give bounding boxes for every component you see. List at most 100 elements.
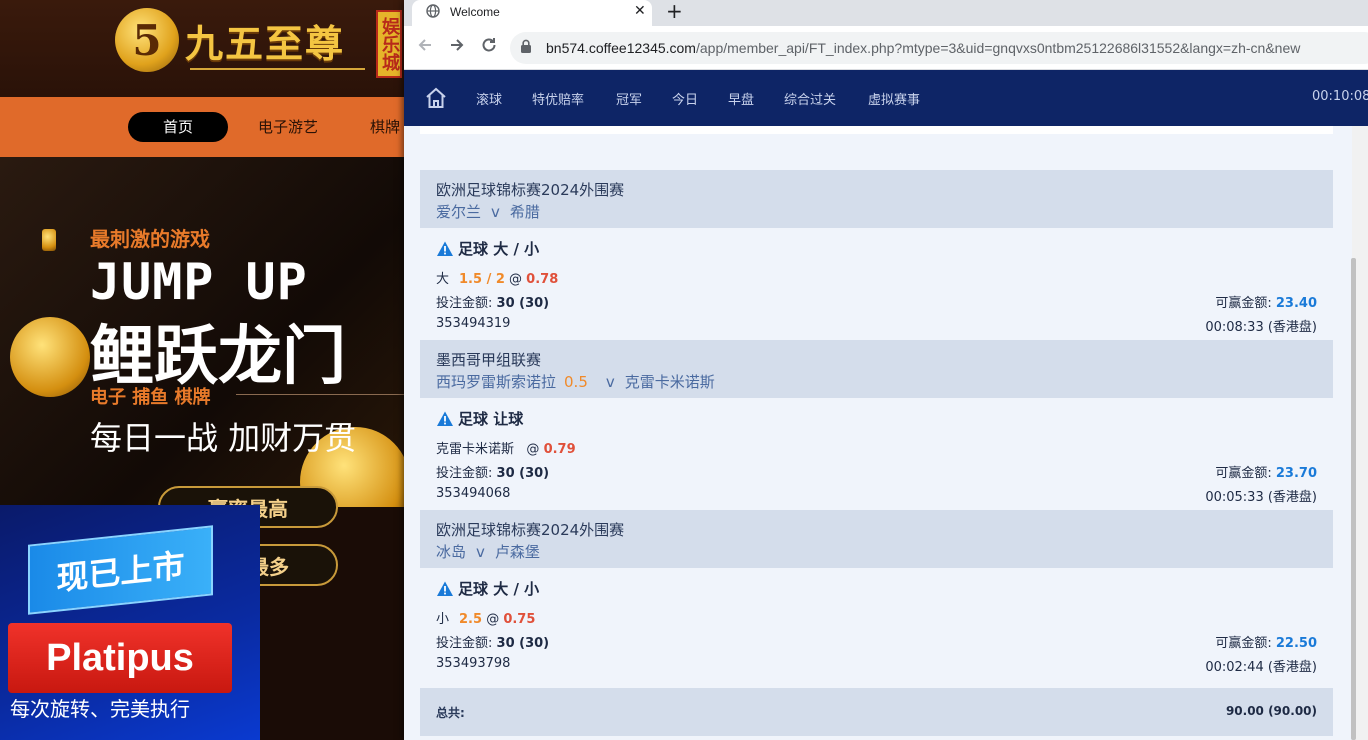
bet-detail: 足球 大 / 小 小 2.5 @ 0.75 投注金额: 30 (30) 可赢金额:… bbox=[420, 568, 1333, 680]
pick-odds: 0.75 bbox=[503, 612, 536, 627]
content-top-edge bbox=[420, 126, 1333, 134]
close-icon[interactable]: ✕ bbox=[634, 3, 646, 19]
nav-outright[interactable]: 冠军 bbox=[616, 89, 642, 108]
ticket-id: 353493798 bbox=[436, 656, 511, 671]
handicap-value: 0.5 bbox=[564, 373, 588, 391]
at-sign: @ bbox=[509, 272, 523, 287]
nav-early[interactable]: 早盘 bbox=[728, 89, 754, 108]
casino-nav-slots[interactable]: 电子游艺 bbox=[258, 112, 318, 142]
globe-icon bbox=[426, 4, 440, 22]
tab-bar: Welcome ✕ + bbox=[404, 0, 1368, 26]
pick-selection: 小 bbox=[436, 612, 450, 627]
bet-slip-list: 欧洲足球锦标赛2024外围赛 爱尔兰 v 希腊 足球 大 / 小 大 1.5 / 2 … bbox=[404, 126, 1352, 740]
vs-label: v bbox=[491, 203, 500, 221]
nav-virtual[interactable]: 虚拟赛事 bbox=[868, 89, 920, 108]
casino-header: 5 九五至尊 娱乐城 bbox=[0, 0, 420, 97]
browser-window: Welcome ✕ + bn574.coffee12345.com/app/me… bbox=[404, 0, 1368, 740]
casino-nav-cards[interactable]: 棋牌 bbox=[370, 112, 400, 142]
match-header: 墨西哥甲组联赛 西玛罗雷斯索诺拉 0.5 v 克雷卡米诺斯 bbox=[420, 340, 1333, 398]
match-teams: 爱尔兰 v 希腊 bbox=[436, 201, 540, 222]
match-header: 欧洲足球锦标赛2024外围赛 爱尔兰 v 希腊 bbox=[420, 170, 1333, 228]
ticket-id: 353494319 bbox=[436, 316, 511, 331]
stake-label: 投注金额: bbox=[436, 636, 493, 651]
win-label: 可赢金额: bbox=[1215, 636, 1272, 651]
logo-flourish bbox=[190, 68, 365, 78]
league-name: 欧洲足球锦标赛2024外围赛 bbox=[436, 521, 625, 539]
promo-ribbon: 现已上市 bbox=[28, 525, 213, 615]
win-value: 22.50 bbox=[1275, 636, 1317, 651]
casino-nav: 首页 电子游艺 棋牌 bbox=[0, 97, 420, 157]
url-path: /app/member_api/FT_index.php?mtype=3&uid… bbox=[695, 40, 1301, 56]
forward-arrow-icon[interactable] bbox=[448, 36, 466, 59]
warning-icon bbox=[437, 411, 453, 426]
ticket-id: 353494068 bbox=[436, 486, 511, 501]
coin-image bbox=[10, 317, 90, 397]
league-name: 墨西哥甲组联赛 bbox=[436, 351, 542, 369]
banner-divider bbox=[236, 394, 416, 395]
promo-brand-logo: Platipus bbox=[8, 623, 232, 693]
nav-today[interactable]: 今日 bbox=[672, 89, 698, 108]
league-name: 欧洲足球锦标赛2024外围赛 bbox=[436, 181, 625, 199]
bet-type: 足球 大 / 小 bbox=[436, 578, 539, 599]
bet-pick: 小 2.5 @ 0.75 bbox=[436, 608, 535, 627]
pick-odds: 0.79 bbox=[543, 442, 576, 457]
banner-title-en: JUMP UP bbox=[90, 253, 308, 311]
nav-special-odds[interactable]: 特优赔率 bbox=[532, 89, 584, 108]
win-label: 可赢金额: bbox=[1215, 296, 1272, 311]
pick-selection: 大 bbox=[436, 272, 450, 287]
bet-type-label: 足球 让球 bbox=[458, 410, 524, 428]
home-icon[interactable] bbox=[424, 86, 448, 110]
reload-icon[interactable] bbox=[480, 36, 498, 59]
bet-time: 00:02:44 (香港盘) bbox=[1205, 660, 1317, 675]
banner-slogan: 每日一战 加财万贯 bbox=[90, 419, 357, 457]
away-team: 希腊 bbox=[509, 203, 540, 221]
home-team: 爱尔兰 bbox=[436, 203, 482, 221]
scrollbar-thumb[interactable] bbox=[1351, 258, 1356, 740]
casino-logo[interactable]: 5 九五至尊 bbox=[115, 8, 345, 72]
address-bar[interactable]: bn574.coffee12345.com/app/member_api/FT_… bbox=[510, 32, 1368, 64]
win-value: 23.40 bbox=[1275, 296, 1317, 311]
new-tab-button[interactable]: + bbox=[666, 0, 683, 22]
home-team: 西玛罗雷斯索诺拉 bbox=[436, 373, 557, 391]
bet-type: 足球 大 / 小 bbox=[436, 238, 539, 259]
url-host: bn574.coffee12345.com bbox=[546, 40, 696, 56]
total-value: 90.00 (90.00) bbox=[1225, 704, 1317, 718]
away-team: 卢森堡 bbox=[494, 543, 540, 561]
potential-win: 可赢金额: 23.40 bbox=[1215, 292, 1317, 311]
tab-title: Welcome bbox=[450, 5, 500, 19]
stake-value: 30 (30) bbox=[496, 466, 550, 481]
platipus-promo[interactable]: 现已上市 Platipus 每次旋转、完美执行 bbox=[0, 505, 260, 740]
back-arrow-icon[interactable] bbox=[416, 36, 434, 59]
stake-label: 投注金额: bbox=[436, 296, 493, 311]
lock-icon[interactable] bbox=[520, 39, 532, 57]
casino-nav-home[interactable]: 首页 bbox=[128, 112, 228, 142]
bet-time: 00:08:33 (香港盘) bbox=[1205, 320, 1317, 335]
clock-time: 00:10:08 bbox=[1312, 89, 1368, 104]
bet-type-label: 足球 大 / 小 bbox=[458, 580, 540, 598]
match-header: 欧洲足球锦标赛2024外围赛 冰岛 v 卢森堡 bbox=[420, 510, 1333, 568]
stake: 投注金额: 30 (30) bbox=[436, 462, 549, 481]
warning-icon bbox=[437, 581, 453, 596]
casino-banner[interactable]: 最刺激的游戏 JUMP UP 鲤跃龙门 电子 捕鱼 棋牌 每日一战 加财万贯 bbox=[0, 157, 420, 507]
sportsbook-nav: 滚球 特优赔率 冠军 今日 早盘 综合过关 虚拟赛事 00:10:08 bbox=[404, 70, 1368, 126]
nav-parlay[interactable]: 综合过关 bbox=[784, 89, 836, 108]
promo-slogan: 每次旋转、完美执行 bbox=[10, 697, 190, 721]
vs-label: v bbox=[605, 373, 615, 391]
bet-pick: 克雷卡米诺斯 @ 0.79 bbox=[436, 438, 576, 457]
coin-image bbox=[42, 229, 56, 251]
potential-win: 可赢金额: 23.70 bbox=[1215, 462, 1317, 481]
win-label: 可赢金额: bbox=[1215, 466, 1272, 481]
banner-categories: 电子 捕鱼 棋牌 bbox=[90, 387, 211, 408]
nav-live[interactable]: 滚球 bbox=[476, 89, 502, 108]
bet-time: 00:05:33 (香港盘) bbox=[1205, 490, 1317, 505]
total-row: 总共: 90.00 (90.00) bbox=[420, 688, 1333, 736]
browser-tab-welcome[interactable]: Welcome ✕ bbox=[412, 0, 652, 26]
logo-badge: 娱乐城 bbox=[376, 10, 402, 78]
stake-value: 30 (30) bbox=[496, 636, 550, 651]
bet-pick: 大 1.5 / 2 @ 0.78 bbox=[436, 268, 558, 287]
home-team: 冰岛 bbox=[436, 543, 467, 561]
win-value: 23.70 bbox=[1275, 466, 1317, 481]
away-team: 克雷卡米诺斯 bbox=[624, 373, 715, 391]
browser-toolbar: bn574.coffee12345.com/app/member_api/FT_… bbox=[404, 26, 1368, 70]
url-text[interactable]: bn574.coffee12345.com/app/member_api/FT_… bbox=[546, 40, 1300, 56]
